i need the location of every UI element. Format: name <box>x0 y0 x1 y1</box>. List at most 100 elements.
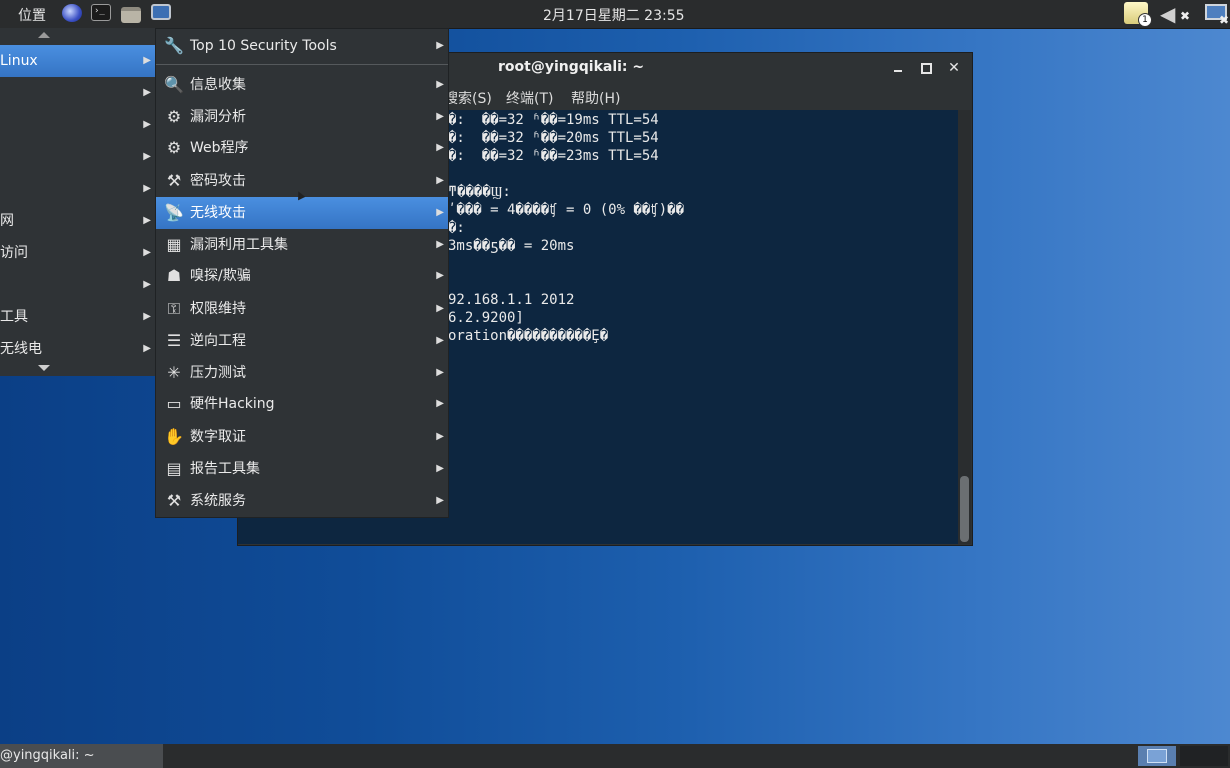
close-button[interactable]: ✕ <box>944 58 964 78</box>
category-tools[interactable]: 工具 ▶ <box>0 301 155 333</box>
submenu-arrow-icon: ▶ <box>436 111 444 122</box>
taskbar-terminal-button[interactable]: @yingqikali: ~ <box>0 744 163 768</box>
maximize-button[interactable] <box>916 58 936 78</box>
terminal-scrollbar[interactable] <box>958 110 971 544</box>
menu-search[interactable]: 搜索(S) <box>444 88 492 108</box>
submenu-arrow-icon: ▶ <box>143 55 151 66</box>
category-item[interactable]: ▶ <box>0 109 155 141</box>
magnifier-icon: 🔍 <box>164 75 184 94</box>
workspace-1-button[interactable] <box>1138 746 1176 766</box>
submenu-arrow-icon: ▶ <box>143 215 151 226</box>
reverse-engineering-icon: ☰ <box>166 331 182 350</box>
category-label: Linux <box>0 53 38 69</box>
menu-item-top10[interactable]: 🔧 Top 10 Security Tools ▶ <box>156 30 448 62</box>
menu-item-reporting-tools[interactable]: ▤ 报告工具集 ▶ <box>156 453 448 485</box>
menu-item-system-services[interactable]: ⚒ 系统服务 ▶ <box>156 485 448 517</box>
kali-linux-submenu: 🔧 Top 10 Security Tools ▶ 🔍 信息收集 ▶ ⚙ 漏洞分… <box>155 28 449 518</box>
menu-item-exploitation[interactable]: ▦ 漏洞利用工具集 ▶ <box>156 229 448 261</box>
scrollbar-thumb[interactable] <box>960 476 969 542</box>
menu-item-label: 无线攻击 <box>190 205 246 221</box>
category-item[interactable]: ▶ <box>0 77 155 109</box>
window-title: root@yingqikali: ~ <box>498 59 645 75</box>
terminal-line: ʹ��� = 4����ʧ = 0 (0% ��ʧ)�� <box>448 202 685 218</box>
menu-item-label: 嗅探/欺骗 <box>190 268 251 284</box>
menu-item-maintaining-access[interactable]: ⚿ 权限维持 ▶ <box>156 293 448 325</box>
terminal-line: 6.2.9200] <box>448 310 524 326</box>
notification-count: 1 <box>1138 13 1152 27</box>
submenu-arrow-icon: ▶ <box>436 270 444 281</box>
submenu-arrow-icon: ▶ <box>143 151 151 162</box>
terminal-line: �: ��=32 ʱ��=20ms TTL=54 <box>448 130 659 146</box>
submenu-arrow-icon: ▶ <box>436 495 444 506</box>
workspace-2-button[interactable] <box>1180 746 1228 766</box>
category-internet[interactable]: 网 ▶ <box>0 205 155 237</box>
exploit-icon: ▦ <box>166 235 182 254</box>
menu-item-forensics[interactable]: ✋ 数字取证 ▶ <box>156 421 448 453</box>
menu-item-label: 信息收集 <box>190 77 246 93</box>
web-app-icon: ⚙ <box>166 138 182 157</box>
submenu-arrow-icon: ▶ <box>436 79 444 90</box>
password-attack-icon: ⚒ <box>166 171 182 190</box>
category-label: 工具 <box>0 309 28 325</box>
volume-muted-icon[interactable]: ◀ ✖ <box>1160 2 1190 26</box>
menu-item-reverse-engineering[interactable]: ☰ 逆向工程 ▶ <box>156 325 448 357</box>
submenu-arrow-icon: ▶ <box>143 183 151 194</box>
submenu-arrow-icon: ▶ <box>436 207 444 218</box>
network-disconnected-icon[interactable]: ✖ <box>1201 2 1229 27</box>
notification-icon[interactable]: 1 <box>1124 2 1152 27</box>
bottom-panel: @yingqikali: ~ <box>0 744 1230 768</box>
clock[interactable]: 2月17日星期二 23:55 <box>543 5 685 25</box>
submenu-arrow-icon: ▶ <box>436 142 444 153</box>
submenu-arrow-icon: ▶ <box>143 247 151 258</box>
menu-item-info-gathering[interactable]: 🔍 信息收集 ▶ <box>156 69 448 101</box>
applications-menu: Linux ▶ ▶ ▶ ▶ ▶ 网 ▶ 访问 ▶ ▶ 工具 ▶ 无线电 ▶ <box>0 28 155 376</box>
menu-item-label: 逆向工程 <box>190 333 246 349</box>
terminal-line: oration����������Ȩ� <box>448 328 609 344</box>
terminal-line: ͳ����Ϣ: <box>448 184 511 200</box>
menu-item-stress-testing[interactable]: ✳ 压力测试 ▶ <box>156 357 448 389</box>
web-browser-icon[interactable] <box>62 4 82 22</box>
places-menu[interactable]: 位置 <box>18 5 46 25</box>
top-panel: 位置 2月17日星期二 23:55 1 ◀✖ ✖ <box>0 0 1230 29</box>
terminal-line: �: <box>448 220 465 236</box>
menu-item-label: 系统服务 <box>190 493 246 509</box>
category-radio[interactable]: 无线电 ▶ <box>0 333 155 365</box>
terminal-launcher-icon[interactable] <box>91 4 111 21</box>
category-item[interactable]: ▶ <box>0 269 155 301</box>
menu-item-hardware-hacking[interactable]: ▭ 硬件Hacking ▶ <box>156 388 448 420</box>
category-label: 访问 <box>0 245 28 261</box>
submenu-arrow-icon: ▶ <box>436 239 444 250</box>
category-access[interactable]: 访问 ▶ <box>0 237 155 269</box>
system-services-icon: ⚒ <box>166 491 182 510</box>
menu-item-label: 漏洞利用工具集 <box>190 237 288 253</box>
files-launcher-icon[interactable] <box>121 7 141 23</box>
menu-terminal[interactable]: 终端(T) <box>506 88 553 108</box>
menu-item-sniffing-spoofing[interactable]: ☗ 嗅探/欺骗 ▶ <box>156 260 448 292</box>
menu-item-web-apps[interactable]: ⚙ Web程序 ▶ <box>156 132 448 164</box>
submenu-arrow-icon: ▶ <box>436 175 444 186</box>
screen-launcher-icon[interactable] <box>151 4 171 20</box>
wireless-icon: 📡 <box>164 203 184 222</box>
menu-item-label: Web程序 <box>190 140 249 156</box>
submenu-arrow-icon: ▶ <box>436 335 444 346</box>
submenu-arrow-icon: ▶ <box>143 311 151 322</box>
sniffing-icon: ☗ <box>166 266 182 285</box>
terminal-line: �: ��=32 ʱ��=23ms TTL=54 <box>448 148 659 164</box>
menu-item-vuln-analysis[interactable]: ⚙ 漏洞分析 ▶ <box>156 101 448 133</box>
wrench-icon: 🔧 <box>164 36 184 55</box>
menu-item-label: 漏洞分析 <box>190 109 246 125</box>
stress-test-icon: ✳ <box>167 363 181 382</box>
terminal-line: �: ��=32 ʱ��=19ms TTL=54 <box>448 112 659 128</box>
menu-separator <box>156 64 448 65</box>
category-kali-linux[interactable]: Linux ▶ <box>0 45 155 77</box>
submenu-arrow-icon: ▶ <box>436 303 444 314</box>
minimize-button[interactable] <box>888 58 908 78</box>
scroll-down-arrow-icon[interactable] <box>38 365 50 371</box>
menu-item-wireless-attacks[interactable]: 📡 无线攻击 ▶ <box>156 197 448 229</box>
category-item[interactable]: ▶ <box>0 173 155 205</box>
scroll-up-arrow-icon[interactable] <box>38 32 50 38</box>
category-item[interactable]: ▶ <box>0 141 155 173</box>
menu-help[interactable]: 帮助(H) <box>571 88 620 108</box>
menu-item-label: 数字取证 <box>190 429 246 445</box>
submenu-arrow-icon: ▶ <box>436 431 444 442</box>
